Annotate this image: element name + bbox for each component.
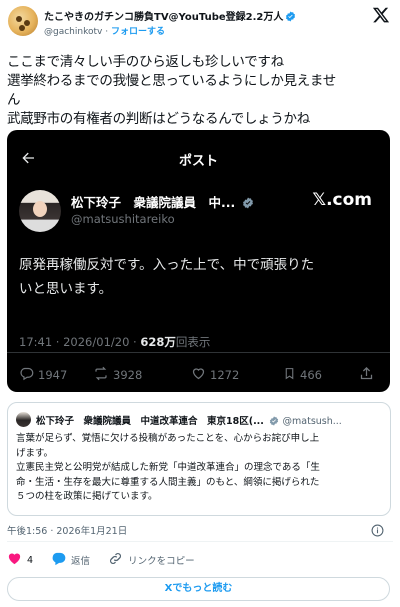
quote-line: ５つの柱を政策に掲げています。 xyxy=(16,491,158,502)
embedded-repost-count: 3928 xyxy=(113,368,143,382)
embedded-verified-icon xyxy=(242,197,254,212)
embedded-handle: @matsushitareiko xyxy=(71,212,175,226)
quote-author-row: 松下玲子 衆議院議員 中道改革連合 東京18区(... @matsush... xyxy=(36,413,386,429)
embedded-bookmark-count: 466 xyxy=(300,368,322,382)
embedded-repost: 3928 xyxy=(93,366,142,384)
embedded-text-line: いと思います。 xyxy=(19,281,113,297)
quote-avatar xyxy=(16,412,31,427)
divider xyxy=(7,541,393,542)
tweet-line: ここまで清々しい手のひら返しも珍しいですね xyxy=(7,54,284,70)
heart-filled-icon xyxy=(7,551,22,569)
embedded-like: 1272 xyxy=(191,366,239,384)
tweet-text: ここまで清々しい手のひら返しも珍しいですね 選挙終わるまでの我慢と思っているよう… xyxy=(7,53,395,129)
author-avatar[interactable] xyxy=(8,6,38,36)
embedded-text-line: 原発再稼働反対です。入った上で、中で頑張りた xyxy=(19,257,315,273)
embedded-name: 松下玲子 衆議院議員 中... xyxy=(71,195,236,210)
tweet-line: 武蔵野市の有権者の判断はどうなるんでしょうかね xyxy=(7,111,310,127)
embedded-post-text: 原発再稼働反対です。入った上で、中で頑張りた いと思います。 xyxy=(19,253,379,301)
tweet-header: たこやきのガチンコ勝負TV@YouTube登録2.2万人 @gachinkotv… xyxy=(0,0,400,44)
screenshot-title: ポスト xyxy=(178,154,218,169)
quote-line: 言葉が足らず、覚悟に欠ける投稿があったことを、心からお詫び申し上 xyxy=(16,433,320,444)
embedded-views-label: 回表示 xyxy=(175,335,211,349)
embedded-meta: 17:41 · 2026/01/20 · 628万回表示 xyxy=(19,334,210,350)
verified-badge-icon xyxy=(285,11,296,25)
author-handle-row: @gachinkotv · フォローする xyxy=(44,24,165,37)
reply-button[interactable]: 返信 xyxy=(51,551,90,569)
quote-line: 命・生活・生存を最大に尊重する人間主義」のもと、綱領に掲げられた xyxy=(16,476,320,488)
tweet-timestamp[interactable]: 午後1:56 · 2026年1月21日 xyxy=(7,523,127,537)
info-icon[interactable] xyxy=(371,522,384,541)
embedded-divider xyxy=(7,352,390,353)
tweet-line: ん xyxy=(7,92,21,108)
quote-author-handle: @matsush... xyxy=(282,416,342,427)
read-more-button[interactable]: Xでもっと読む xyxy=(7,577,390,601)
quote-author-name: 松下玲子 衆議院議員 中道改革連合 東京18区(... xyxy=(36,416,264,427)
author-handle[interactable]: @gachinkotv xyxy=(44,27,102,37)
bookmark-icon xyxy=(283,366,296,384)
like-count: 4 xyxy=(27,554,34,566)
embedded-post-screenshot[interactable]: ポスト 松下玲子 衆議院議員 中... @matsushitareiko 𝕏.c… xyxy=(7,130,390,392)
embedded-bookmark: 466 xyxy=(283,366,322,384)
embedded-name-row: 松下玲子 衆議院議員 中... xyxy=(71,192,254,212)
embedded-reply: 1947 xyxy=(19,366,67,384)
embedded-like-count: 1272 xyxy=(210,368,240,382)
follow-link[interactable]: フォローする xyxy=(111,27,165,37)
embedded-reply-count: 1947 xyxy=(38,368,68,382)
author-name[interactable]: たこやきのガチンコ勝負TV@YouTube登録2.2万人 xyxy=(44,8,296,25)
quote-verified-icon xyxy=(269,416,279,429)
like-button[interactable]: 4 xyxy=(7,551,33,569)
reply-icon xyxy=(19,366,34,384)
quote-text: 言葉が足らず、覚悟に欠ける投稿があったことを、心からお詫び申し上 げます。 立憲… xyxy=(16,432,386,505)
reply-icon xyxy=(51,551,66,569)
x-logo-icon[interactable] xyxy=(372,6,390,28)
repost-icon xyxy=(93,366,109,384)
copy-link-button[interactable]: リンクをコピー xyxy=(108,551,195,569)
link-icon xyxy=(108,551,123,569)
heart-icon xyxy=(191,366,206,384)
reply-label: 返信 xyxy=(71,556,91,567)
copy-link-label: リンクをコピー xyxy=(128,556,195,567)
quote-line: 立憲民主党と公明党が結成した新党「中道改革連合」の理念である「生 xyxy=(16,462,320,473)
embedded-time: 17:41 · 2026/01/20 · xyxy=(19,335,137,349)
quote-line: げます。 xyxy=(16,447,54,459)
x-com-watermark: 𝕏.com xyxy=(312,190,372,210)
separator-dot: · xyxy=(105,27,109,37)
tweet-line: 選挙終わるまでの我慢と思っているようにしか見えませ xyxy=(7,73,336,89)
action-bar: 4 返信 リンクをコピー xyxy=(7,552,213,568)
embedded-avatar xyxy=(19,190,61,232)
quoted-tweet[interactable]: 松下玲子 衆議院議員 中道改革連合 東京18区(... @matsush... … xyxy=(7,402,391,516)
embedded-share-icon xyxy=(359,366,374,381)
embedded-views-count: 628万 xyxy=(140,335,176,349)
